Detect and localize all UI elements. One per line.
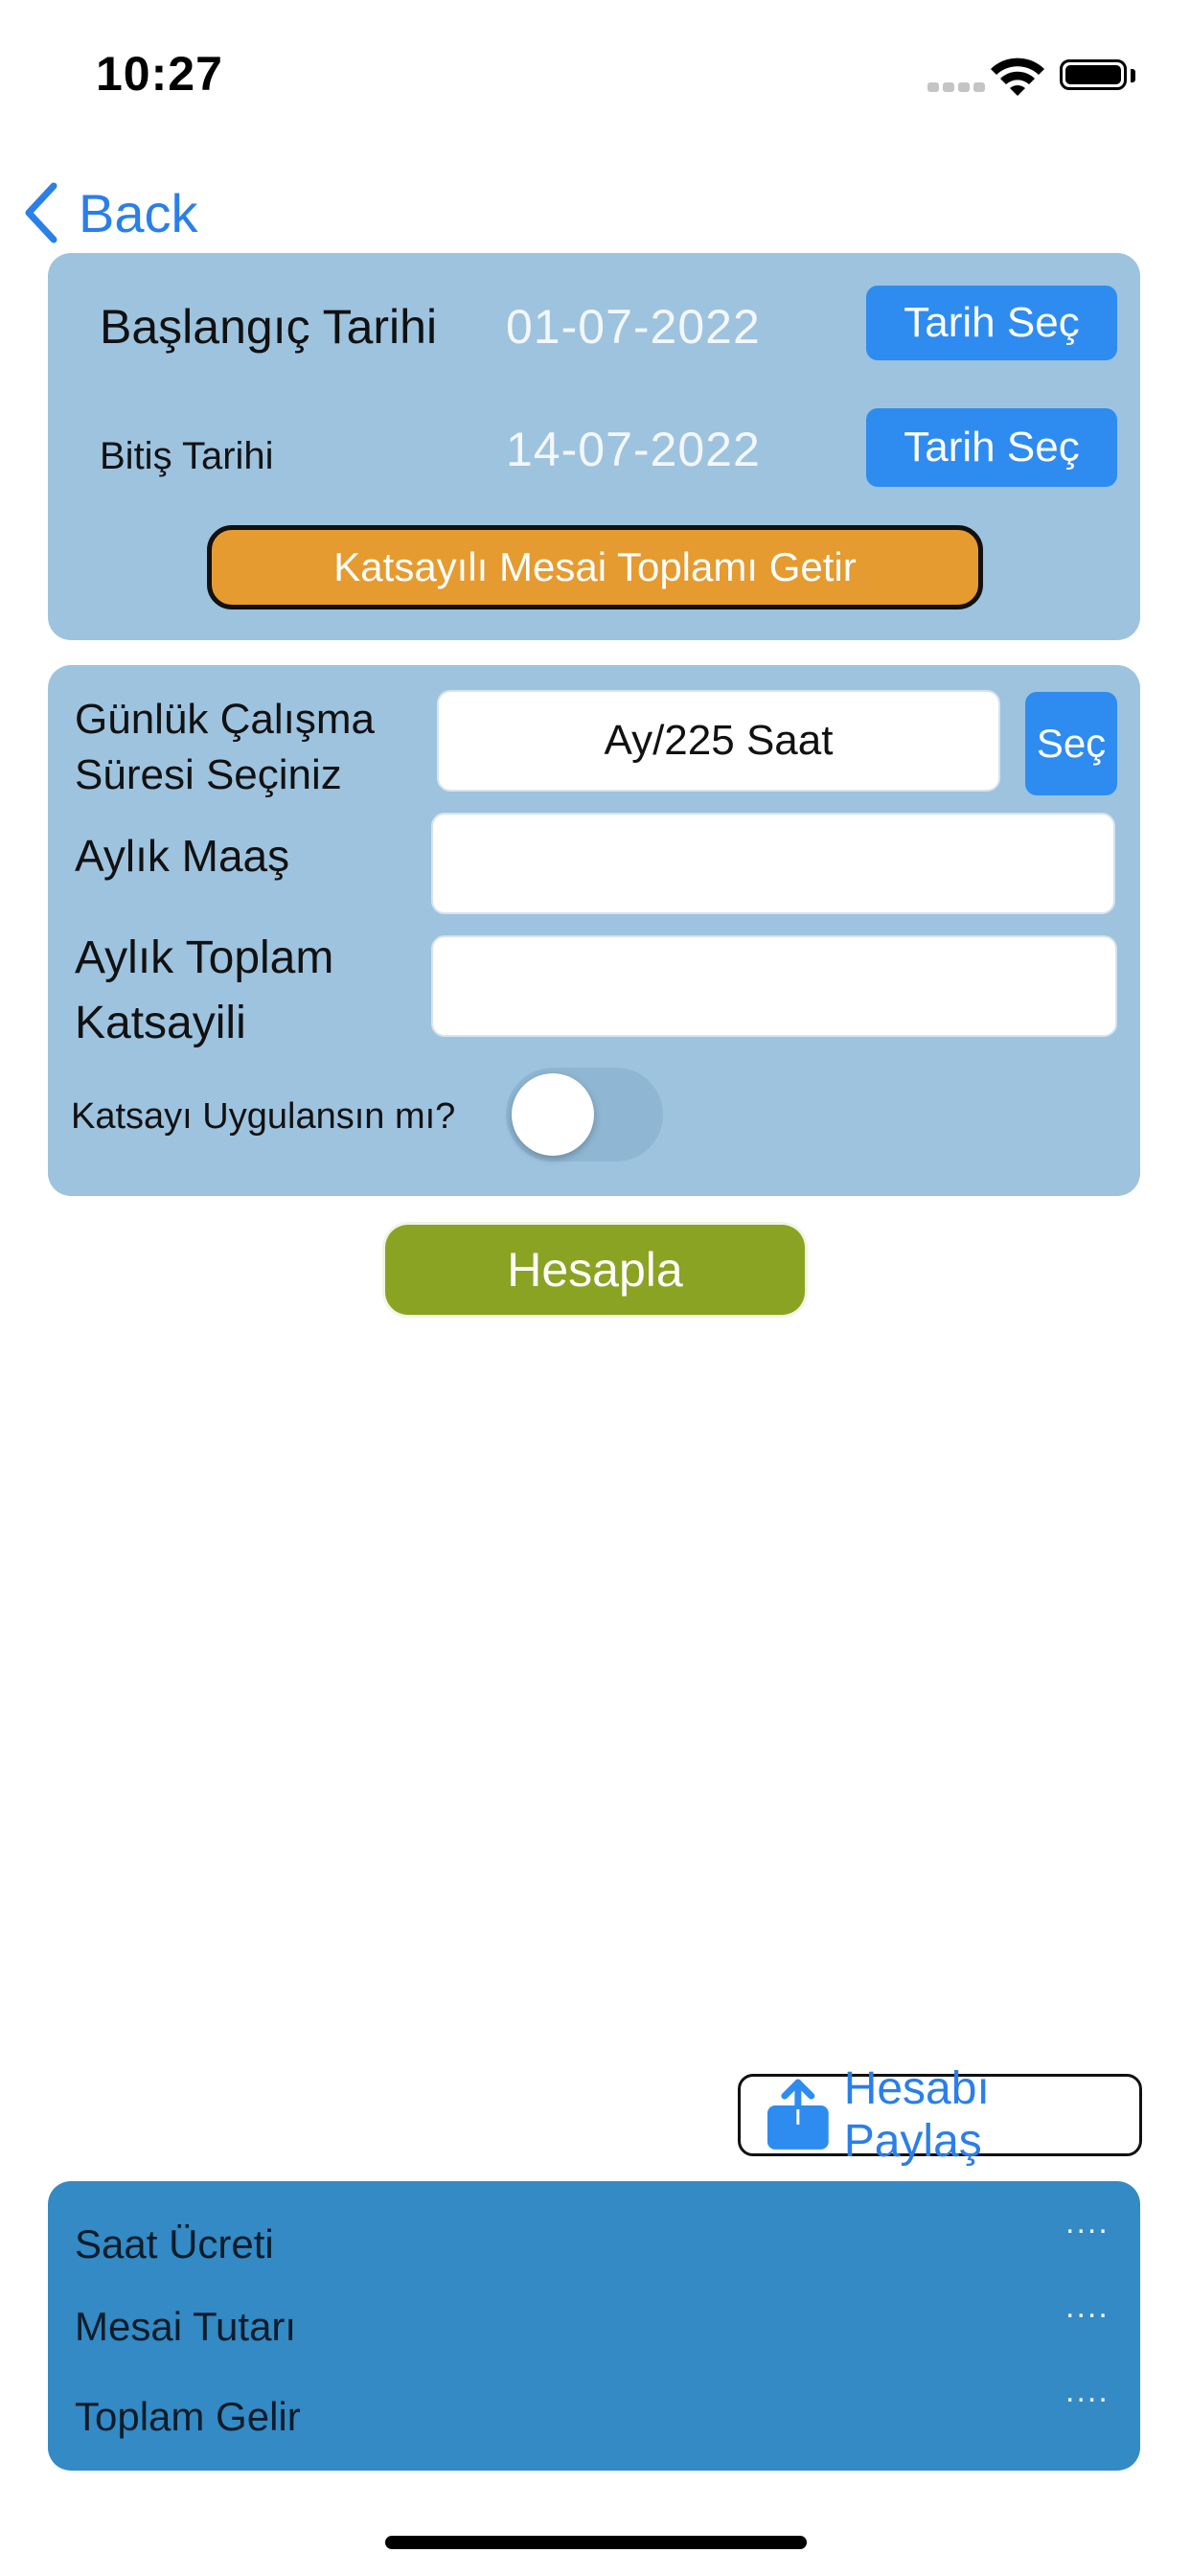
share-icon (767, 2079, 829, 2150)
end-date-value: 14-07-2022 (506, 423, 761, 476)
home-indicator (385, 2536, 807, 2549)
apply-coefficient-label: Katsayı Uygulansın mı? (71, 1096, 456, 1137)
calculate-button[interactable]: Hesapla (385, 1225, 805, 1315)
start-date-pick-button[interactable]: Tarih Seç (866, 286, 1117, 360)
overtime-amount-value: .... (1065, 2288, 1110, 2325)
monthly-total-coefficient-field[interactable] (431, 935, 1117, 1037)
wifi-icon (991, 58, 1044, 96)
work-duration-value: Ay/225 Saat (604, 717, 834, 764)
monthly-salary-input[interactable] (433, 815, 1113, 912)
apply-coefficient-toggle[interactable] (506, 1068, 663, 1162)
hourly-wage-label: Saat Ücreti (75, 2221, 274, 2266)
end-date-pick-button[interactable]: Tarih Seç (866, 408, 1117, 487)
battery-icon (1060, 59, 1127, 90)
end-date-label: Bitiş Tarihi (100, 435, 274, 477)
toggle-knob (512, 1073, 594, 1156)
total-income-value: .... (1065, 2373, 1110, 2409)
back-label: Back (79, 182, 198, 243)
share-label: Hesabı Paylaş (843, 2063, 990, 2167)
back-button[interactable]: Back (21, 174, 198, 251)
share-calculation-button[interactable]: Hesabı Paylaş (738, 2063, 1142, 2167)
chevron-left-icon (25, 182, 57, 243)
monthly-salary-label: Aylık Maaş (75, 831, 290, 881)
hourly-wage-value: .... (1065, 2204, 1110, 2241)
total-income-label: Toplam Gelir (75, 2394, 301, 2439)
status-time: 10:27 (96, 47, 223, 101)
start-date-label: Başlangıç Tarihi (100, 300, 438, 354)
monthly-total-coefficient-label: Aylık Toplam Katsayili (75, 932, 334, 1048)
monthly-salary-field[interactable] (431, 813, 1115, 914)
overtime-amount-label: Mesai Tutarı (75, 2304, 297, 2349)
fetch-overtime-total-button[interactable]: Katsayılı Mesai Toplamı Getir (207, 525, 983, 610)
battery-cap (1131, 69, 1135, 82)
work-duration-field[interactable]: Ay/225 Saat (437, 690, 1000, 792)
work-duration-select-button[interactable]: Seç (1025, 692, 1117, 795)
monthly-total-coefficient-input[interactable] (433, 937, 1115, 1035)
work-duration-label: Günlük Çalışma Süresi Seçiniz (75, 696, 376, 798)
start-date-value: 01-07-2022 (506, 300, 761, 354)
